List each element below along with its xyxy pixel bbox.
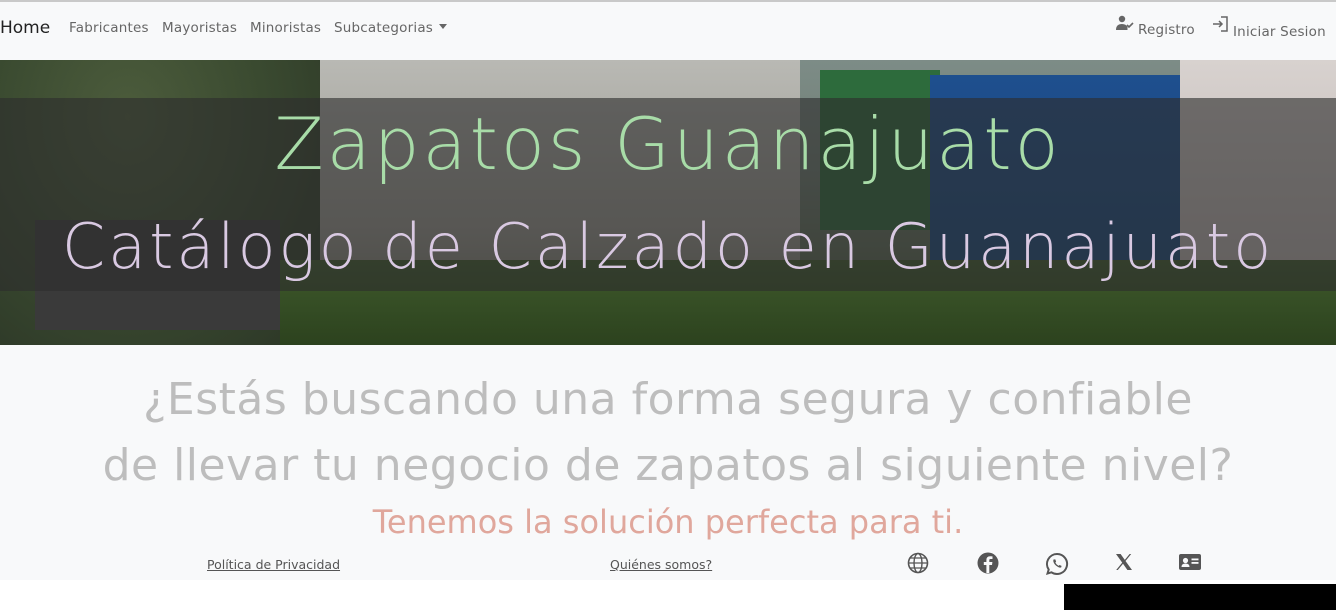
navbar: Home Fabricantes Mayoristas Minoristas S… (0, 2, 1336, 60)
login-label: Iniciar Sesion (1233, 24, 1326, 40)
hero-title: Zapatos Guanajuato (274, 102, 1062, 186)
main-question-line1: ¿Estás buscando una forma segura y confi… (143, 374, 1193, 425)
nav-link-minoristas[interactable]: Minoristas (250, 20, 321, 36)
user-check-icon (1116, 15, 1134, 30)
privacy-policy-link[interactable]: Política de Privacidad (207, 557, 340, 572)
black-overlay-bar (1064, 584, 1336, 610)
nav-dropdown-subcategorias[interactable]: Subcategorias (334, 20, 448, 36)
sign-in-icon (1213, 16, 1228, 32)
footer: Política de Privacidad Quiénes somos? (0, 543, 1336, 580)
nav-home-link[interactable]: Home (0, 18, 50, 38)
main-solution: Tenemos la solución perfecta para ti. (372, 503, 964, 541)
x-icon[interactable] (1114, 552, 1134, 572)
nav-link-fabricantes[interactable]: Fabricantes (69, 20, 149, 36)
main-question: ¿Estás buscando una forma segura y confi… (0, 367, 1336, 499)
register-link[interactable]: Registro (1116, 15, 1195, 38)
login-link[interactable]: Iniciar Sesion (1211, 16, 1326, 40)
facebook-icon[interactable] (977, 552, 999, 574)
hero-banner: Zapatos Guanajuato Catálogo de Calzado e… (0, 60, 1336, 345)
hero-subtitle: Catálogo de Calzado en Guanajuato (61, 210, 1275, 283)
register-label: Registro (1138, 22, 1195, 38)
nav-dropdown-label: Subcategorias (334, 20, 434, 36)
whatsapp-icon[interactable] (1045, 552, 1069, 576)
contact-card-icon[interactable] (1178, 552, 1202, 572)
about-us-link[interactable]: Quiénes somos? (610, 557, 712, 572)
nav-link-mayoristas[interactable]: Mayoristas (162, 20, 237, 36)
globe-icon[interactable] (907, 552, 929, 574)
main-question-line2: de llevar tu negocio de zapatos al sigui… (102, 440, 1234, 491)
chevron-down-icon (439, 23, 448, 29)
